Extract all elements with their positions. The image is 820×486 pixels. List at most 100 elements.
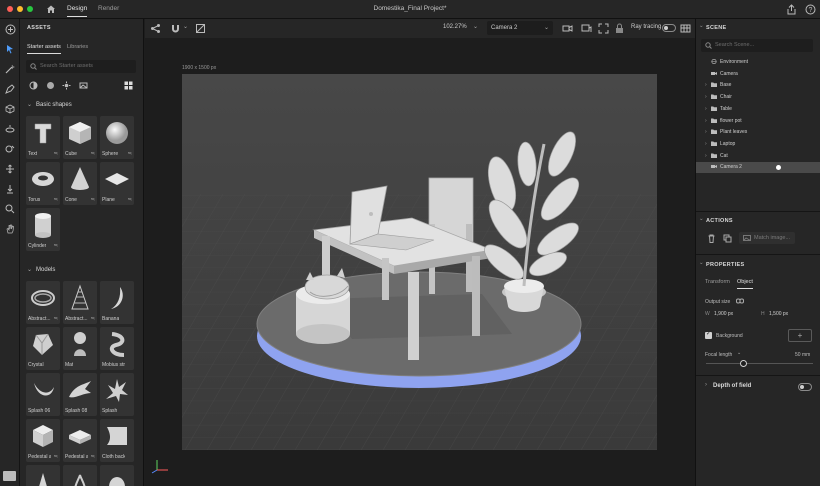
- scene-item-cat[interactable]: › Cat: [696, 151, 820, 162]
- asset-cone[interactable]: Cone ≒: [63, 162, 97, 205]
- hand-tool-icon[interactable]: [4, 223, 16, 235]
- tab-libraries[interactable]: Libraries: [67, 44, 88, 50]
- scene-item-laptop[interactable]: › Laptop: [696, 139, 820, 150]
- focal-length-label[interactable]: Focal length: [705, 352, 732, 358]
- expand-chevron-icon[interactable]: ›: [705, 118, 707, 124]
- height-field[interactable]: 1,500 px: [769, 311, 788, 317]
- scene-heading[interactable]: SCENE: [699, 23, 726, 31]
- tab-transform[interactable]: Transform: [705, 279, 730, 285]
- scene-item-camera[interactable]: Camera: [696, 69, 820, 80]
- properties-heading[interactable]: PROPERTIES: [699, 260, 744, 268]
- asset-text[interactable]: Text ≒: [26, 116, 60, 159]
- asset-model[interactable]: Mat: [63, 327, 97, 370]
- asset-model[interactable]: Crystal: [26, 327, 60, 370]
- scene-item-environment[interactable]: Environment: [696, 57, 820, 68]
- materials-filter-icon[interactable]: [46, 81, 55, 90]
- depth-of-field-toggle[interactable]: [798, 383, 812, 391]
- grid-view-icon[interactable]: [124, 81, 133, 90]
- asset-cylinder[interactable]: Cylinder ≒: [26, 208, 60, 251]
- background-checkbox[interactable]: [705, 330, 712, 339]
- link-icon[interactable]: [736, 298, 744, 304]
- asset-sphere[interactable]: Sphere ≒: [100, 116, 134, 159]
- camera-fit-icon[interactable]: [598, 23, 609, 34]
- asset-model[interactable]: Cloth back...: [100, 419, 134, 462]
- zoom-level[interactable]: 102.27%: [443, 24, 467, 30]
- actions-heading[interactable]: ACTIONS: [699, 216, 733, 224]
- width-field[interactable]: 1,900 px: [714, 311, 733, 317]
- render-preview-icon[interactable]: [680, 23, 691, 34]
- cube-tool-icon[interactable]: [4, 103, 16, 115]
- depth-of-field-chevron[interactable]: ›: [705, 382, 707, 388]
- move-tool-icon[interactable]: [4, 163, 16, 175]
- camera-bookmark-icon[interactable]: [581, 23, 592, 34]
- tab-object[interactable]: Object: [737, 279, 753, 289]
- expand-chevron-icon[interactable]: ›: [705, 141, 707, 147]
- asset-model[interactable]: Abstract... ≒: [26, 281, 60, 324]
- no-snap-icon[interactable]: [195, 23, 206, 34]
- add-background-button[interactable]: +: [788, 329, 812, 342]
- zoom-tool-icon[interactable]: [4, 203, 16, 215]
- camera-view-icon[interactable]: [562, 23, 573, 34]
- asset-model[interactable]: Splash 06: [26, 373, 60, 416]
- asset-model[interactable]: Pedestal a...≒: [63, 419, 97, 462]
- scene-item-plant-leaves[interactable]: › Plant leaves: [696, 127, 820, 138]
- focal-length-value[interactable]: 50 mm: [795, 352, 810, 358]
- asset-torus[interactable]: Torus ≒: [26, 162, 60, 205]
- drop-to-ground-icon[interactable]: [4, 183, 16, 195]
- select-tool-icon[interactable]: [4, 43, 16, 55]
- expand-chevron-icon[interactable]: ›: [705, 94, 707, 100]
- scene-item-camera-2[interactable]: Camera 2: [696, 162, 820, 174]
- scene-item-base[interactable]: › Base: [696, 80, 820, 91]
- paint-tool-icon[interactable]: [4, 143, 16, 155]
- share-icon[interactable]: [786, 4, 797, 15]
- basic-shapes-section[interactable]: ⌄ Basic shapes: [27, 101, 72, 108]
- focal-length-slider-handle[interactable]: [739, 360, 747, 367]
- focal-length-slider[interactable]: [706, 363, 813, 364]
- magnet-snap-icon[interactable]: [170, 23, 181, 34]
- magic-wand-icon[interactable]: [4, 63, 16, 75]
- lights-filter-icon[interactable]: [62, 81, 71, 90]
- asset-model[interactable]: [100, 465, 134, 486]
- lights-tool-icon[interactable]: [4, 123, 16, 135]
- models-section[interactable]: ⌄ Models: [27, 266, 55, 273]
- asset-plane[interactable]: Plane ≒: [100, 162, 134, 205]
- asset-model[interactable]: Abstract... ≒: [63, 281, 97, 324]
- shapes-filter-icon[interactable]: [29, 81, 38, 90]
- expand-chevron-icon[interactable]: ›: [705, 82, 707, 88]
- scene-item-chair[interactable]: › Chair: [696, 92, 820, 103]
- help-icon[interactable]: ?: [805, 4, 816, 15]
- asset-cube[interactable]: Cube ≒: [63, 116, 97, 159]
- asset-model[interactable]: Mobius strip: [100, 327, 134, 370]
- scene-item-flower-pot[interactable]: › flower pot: [696, 116, 820, 127]
- scene-graph-icon[interactable]: [150, 23, 161, 34]
- expand-chevron-icon[interactable]: ›: [705, 106, 707, 112]
- asset-model[interactable]: Splash 08: [63, 373, 97, 416]
- ray-tracing-toggle[interactable]: [662, 24, 676, 32]
- render-canvas[interactable]: [182, 74, 657, 450]
- viewport[interactable]: ⌄ 102.27% ⌄ Camera 2 ⌄ Ray tracing 1900 x…: [145, 19, 695, 486]
- asset-model[interactable]: Splash: [100, 373, 134, 416]
- snap-dropdown-chevron[interactable]: ⌄: [183, 23, 188, 30]
- zoom-dropdown-chevron[interactable]: ⌄: [473, 23, 478, 30]
- duplicate-icon[interactable]: [723, 234, 732, 243]
- assets-search-input[interactable]: Search Starter assets: [26, 60, 136, 73]
- images-filter-icon[interactable]: [79, 81, 88, 90]
- asset-model[interactable]: [26, 465, 60, 486]
- camera-lock-icon[interactable]: [614, 23, 625, 34]
- visibility-indicator-icon[interactable]: [776, 165, 781, 171]
- asset-model[interactable]: Pedestal a...≒: [26, 419, 60, 462]
- expand-chevron-icon[interactable]: ›: [705, 153, 707, 159]
- delete-icon[interactable]: [707, 234, 716, 243]
- depth-of-field-label[interactable]: Depth of field: [713, 383, 751, 389]
- focal-length-chevron[interactable]: ⌄: [737, 350, 741, 356]
- asset-model[interactable]: [63, 465, 97, 486]
- add-icon[interactable]: [4, 23, 16, 35]
- pen-tool-icon[interactable]: [4, 83, 16, 95]
- scene-search-input[interactable]: Search Scene...: [701, 39, 813, 52]
- match-image-button[interactable]: Match image...: [739, 232, 795, 244]
- panel-toggle-icon[interactable]: [3, 471, 16, 481]
- camera-select[interactable]: Camera 2 ⌄: [487, 21, 553, 35]
- tab-starter-assets[interactable]: Starter assets: [27, 44, 61, 54]
- scene-item-table[interactable]: › Table: [696, 104, 820, 115]
- expand-chevron-icon[interactable]: ›: [705, 129, 707, 135]
